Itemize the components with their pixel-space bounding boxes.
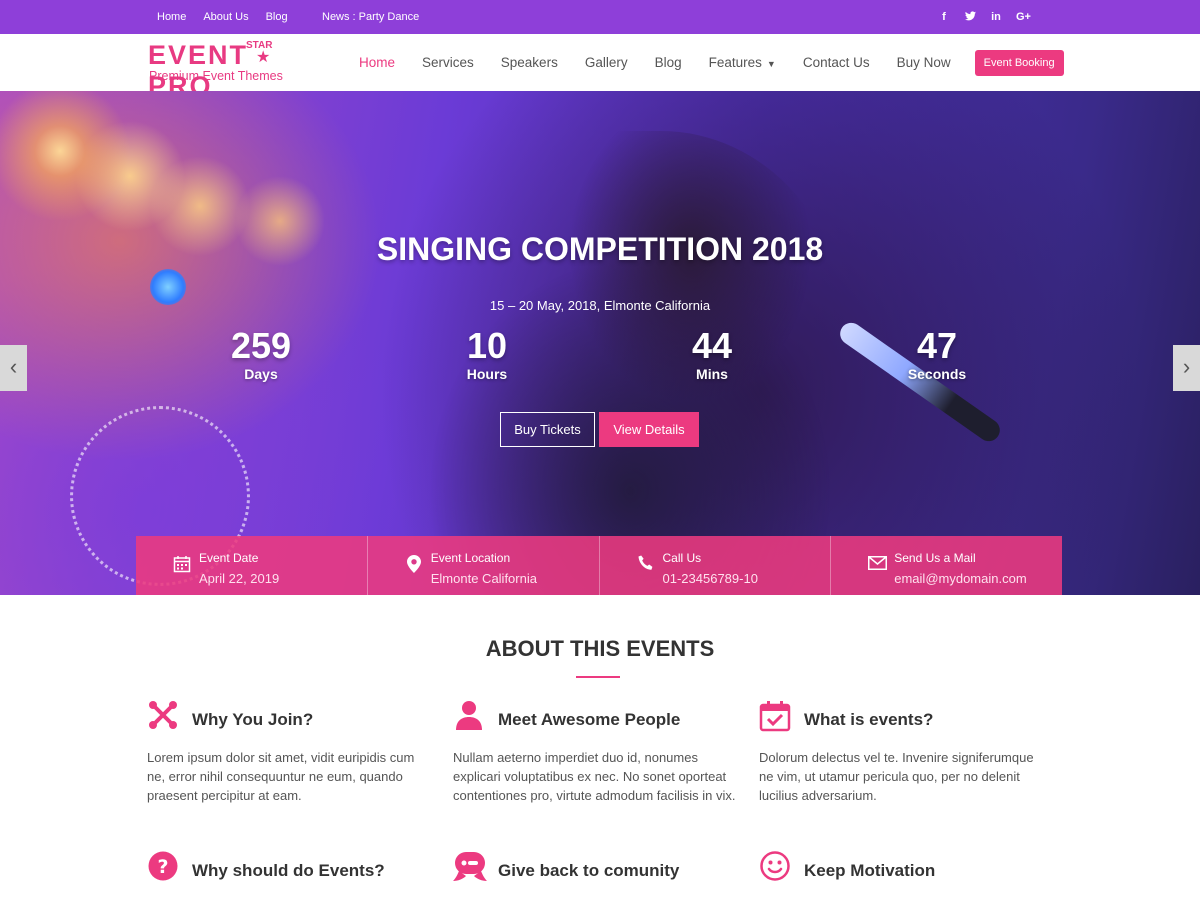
twitter-icon[interactable] bbox=[964, 10, 976, 24]
location-pin-icon bbox=[404, 555, 424, 578]
title-divider bbox=[576, 676, 620, 678]
feature-title: Meet Awesome People bbox=[498, 710, 681, 729]
info-event-date: Event Date April 22, 2019 bbox=[136, 536, 368, 595]
info-title: Event Location bbox=[430, 551, 511, 565]
feature-text: Nullam aeterno imperdiet duo id, nonumes… bbox=[453, 750, 736, 803]
google-plus-icon[interactable]: G+ bbox=[1016, 11, 1031, 23]
question-icon: ? bbox=[147, 851, 179, 883]
countdown-label: Seconds bbox=[907, 366, 967, 382]
countdown-days: 259 Days bbox=[191, 325, 331, 383]
social-links: f in G+ bbox=[938, 0, 1031, 34]
top-bar: Home About Us Blog News : Party Dance f … bbox=[0, 0, 1200, 34]
info-value[interactable]: email@mydomain.com bbox=[894, 571, 1026, 586]
nav-gallery[interactable]: Gallery bbox=[585, 55, 628, 70]
info-call-us: Call Us 01-23456789-10 bbox=[600, 536, 832, 595]
feature-title: Keep Motivation bbox=[804, 861, 936, 880]
countdown-hours: 10 Hours bbox=[417, 325, 557, 383]
countdown-value: 44 bbox=[691, 325, 733, 366]
joomla-icon bbox=[147, 700, 179, 732]
info-mail: Send Us a Mail email@mydomain.com bbox=[831, 536, 1062, 595]
buy-tickets-button[interactable]: Buy Tickets bbox=[500, 412, 595, 447]
top-link-about[interactable]: About Us bbox=[203, 11, 248, 23]
user-icon bbox=[453, 700, 485, 732]
info-value[interactable]: 01-23456789-10 bbox=[663, 571, 758, 586]
main-nav: Home Services Speakers Gallery Blog Feat… bbox=[359, 34, 1064, 91]
linkedin-icon[interactable]: in bbox=[990, 11, 1002, 23]
top-link-blog[interactable]: Blog bbox=[266, 11, 288, 23]
info-title: Send Us a Mail bbox=[894, 551, 976, 565]
main-header: EVENTPRO STAR ★ Premium Event Themes Hom… bbox=[0, 34, 1200, 101]
feature-title: Why You Join? bbox=[192, 710, 314, 729]
countdown-label: Hours bbox=[466, 366, 508, 382]
logo-tagline: Premium Event Themes bbox=[149, 69, 283, 83]
countdown-value: 47 bbox=[916, 325, 958, 366]
chevron-down-icon: ▼ bbox=[766, 59, 776, 69]
top-links: Home About Us Blog bbox=[157, 0, 305, 34]
svg-text:?: ? bbox=[157, 856, 168, 878]
feature-text: Dolorum delectus vel te. Invenire signif… bbox=[759, 750, 1034, 803]
phone-icon bbox=[636, 555, 656, 576]
info-title: Call Us bbox=[662, 551, 702, 565]
nav-services[interactable]: Services bbox=[422, 55, 474, 70]
slider-prev-arrow[interactable]: ‹ bbox=[0, 345, 27, 391]
info-value: Elmonte California bbox=[430, 571, 537, 586]
countdown-label: Mins bbox=[696, 366, 728, 382]
countdown-label: Days bbox=[244, 366, 278, 382]
nav-features[interactable]: Features ▼ bbox=[709, 55, 776, 70]
calendar-icon bbox=[172, 555, 192, 578]
site-logo[interactable]: EVENTPRO STAR ★ Premium Event Themes bbox=[148, 38, 338, 101]
slider-next-arrow[interactable]: › bbox=[1173, 345, 1200, 391]
mail-icon bbox=[867, 555, 887, 575]
nav-blog[interactable]: Blog bbox=[655, 55, 682, 70]
view-details-button[interactable]: View Details bbox=[599, 412, 699, 447]
news-ticker[interactable]: News : Party Dance bbox=[322, 0, 419, 34]
event-info-strip: Event Date April 22, 2019 Event Location… bbox=[136, 536, 1062, 595]
hero-slider: SINGING COMPETITION 2018 15 – 20 May, 20… bbox=[0, 91, 1200, 595]
nav-speakers[interactable]: Speakers bbox=[501, 55, 558, 70]
star-icon: ★ bbox=[256, 49, 271, 66]
smile-icon bbox=[759, 851, 791, 883]
nav-buy-now[interactable]: Buy Now bbox=[897, 55, 951, 70]
hero-title: SINGING COMPETITION 2018 bbox=[376, 231, 824, 267]
facebook-icon[interactable]: f bbox=[938, 11, 950, 23]
info-title: Event Date bbox=[199, 551, 259, 565]
info-event-location: Event Location Elmonte California bbox=[368, 536, 600, 595]
countdown-mins: 44 Mins bbox=[642, 325, 782, 383]
nav-home[interactable]: Home bbox=[359, 55, 395, 70]
nav-contact[interactable]: Contact Us bbox=[803, 55, 870, 70]
calendar-check-icon bbox=[759, 700, 791, 732]
feature-title: Why should do Events? bbox=[192, 861, 385, 880]
feature-title: What is events? bbox=[804, 710, 934, 729]
countdown-value: 10 bbox=[466, 325, 508, 366]
top-link-home[interactable]: Home bbox=[157, 11, 186, 23]
info-value: April 22, 2019 bbox=[199, 571, 280, 586]
feature-title: Give back to comunity bbox=[498, 861, 680, 880]
about-title: ABOUT THIS EVENTS bbox=[485, 636, 715, 661]
countdown-value: 259 bbox=[230, 325, 292, 366]
countdown-seconds: 47 Seconds bbox=[867, 325, 1007, 383]
community-icon bbox=[453, 851, 487, 883]
feature-text: Lorem ipsum dolor sit amet, vidit euripi… bbox=[147, 750, 415, 803]
hero-subtitle: 15 – 20 May, 2018, Elmonte California bbox=[489, 298, 711, 313]
nav-features-label: Features bbox=[708, 55, 762, 70]
event-booking-button[interactable]: Event Booking bbox=[974, 49, 1064, 76]
